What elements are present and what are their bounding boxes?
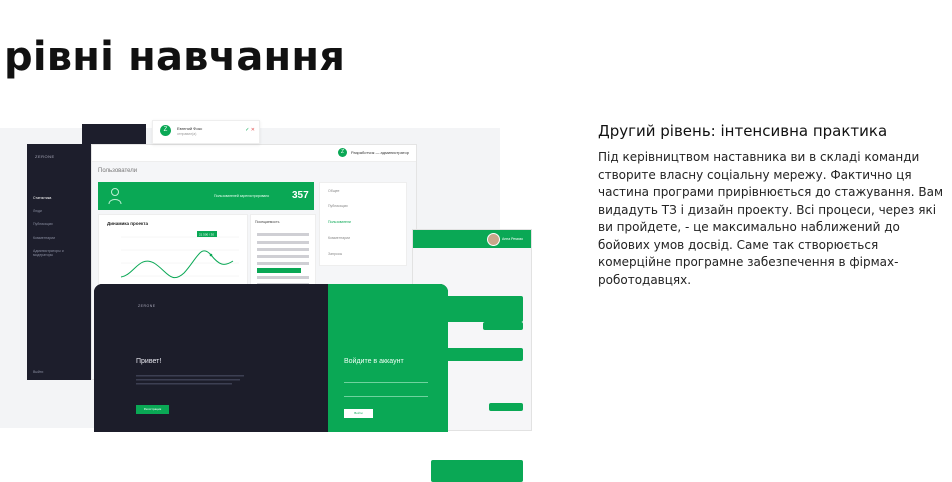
banner-count: 357 — [292, 190, 309, 201]
info-title: Другий рівень: інтенсивна практика — [598, 122, 888, 140]
laptop-login-panel: Войдите в аккаунт Войти — [328, 284, 448, 432]
chat-user-name: Анна Ремизо — [502, 237, 524, 241]
sidebar-item-stats: Статистика — [33, 196, 52, 200]
login-button[interactable]: Войти — [344, 409, 373, 418]
laptop-greeting: Привет! — [136, 358, 162, 365]
banner-label: Пользователей зарегистрировано — [214, 194, 270, 198]
menu-item: Публикации — [328, 204, 348, 208]
sidebar-item-comments: Комментарии — [33, 236, 56, 240]
login-title: Войдите в аккаунт — [344, 358, 404, 365]
chat-bubble — [445, 348, 523, 361]
notification-name: Евгений Фокс — [177, 126, 203, 131]
chat-bubble — [483, 322, 523, 330]
notification-actions[interactable]: ✓ ✕ — [245, 127, 255, 133]
info-block: Другий рівень: інтенсивна практика Під к… — [598, 122, 948, 289]
admin-page-title: Пользователи — [98, 168, 138, 174]
chat-avatar — [487, 233, 500, 246]
sidebar-item-admins: Администраторы и модераторы — [33, 249, 64, 257]
chat-bubble — [431, 460, 523, 482]
page-heading: рівні навчання — [4, 34, 346, 80]
menu-item: Комментарии — [328, 236, 351, 240]
menu-item: Общее — [328, 189, 340, 193]
calendar-grid — [257, 233, 309, 286]
chart-line: 21 500 / 30 — [120, 231, 239, 279]
menu-item: Запросы — [328, 252, 343, 256]
chart-tooltip: 21 500 / 30 — [199, 233, 214, 237]
sidebar-logo: ZERONE — [35, 154, 55, 159]
laptop-login-screen: ZERONE Привет! Регистрация Войдите в акк… — [94, 284, 448, 432]
sidebar-item-people: Люди — [33, 209, 42, 213]
chat-bubble — [489, 403, 523, 411]
menu-item: Пользователи — [328, 220, 351, 224]
admin-menu: Общее Публикации Пользователи Комментари… — [319, 182, 407, 266]
notification-subtitle: отправил(а) — [177, 132, 197, 136]
register-button[interactable]: Регистрация — [136, 405, 169, 414]
info-body: Під керівництвом наставника ви в складі … — [598, 150, 944, 287]
close-icon[interactable]: ✕ — [251, 127, 255, 133]
admin-role: Разработчик — администратор — [351, 150, 409, 155]
laptop-brand: ZERONE — [138, 304, 156, 308]
check-icon[interactable]: ✓ — [245, 127, 249, 133]
laptop-left-panel: ZERONE Привет! Регистрация — [94, 284, 328, 432]
email-field[interactable] — [344, 382, 428, 383]
text-lines — [136, 375, 244, 385]
users-banner: Пользователей зарегистрировано 357 — [98, 182, 314, 210]
sidebar-item-posts: Публикации — [33, 222, 53, 226]
password-field[interactable] — [344, 396, 428, 397]
notification-card[interactable]: Z Евгений Фокс отправил(а) ✓ ✕ — [152, 120, 260, 144]
sidebar-logout: Выйти — [33, 370, 44, 374]
notification-avatar: Z — [160, 125, 171, 136]
admin-topbar: Z Разработчик — администратор — [92, 145, 416, 162]
chat-header: Анна Ремизо — [413, 230, 531, 248]
laptop-description — [136, 374, 246, 390]
admin-avatar: Z — [338, 148, 347, 157]
user-icon — [108, 188, 122, 205]
product-mockup-collage: ZERONE Статистика Люди Публикации Коммен… — [0, 120, 540, 482]
admin-sidebar: ZERONE Статистика Люди Публикации Коммен… — [27, 144, 91, 380]
